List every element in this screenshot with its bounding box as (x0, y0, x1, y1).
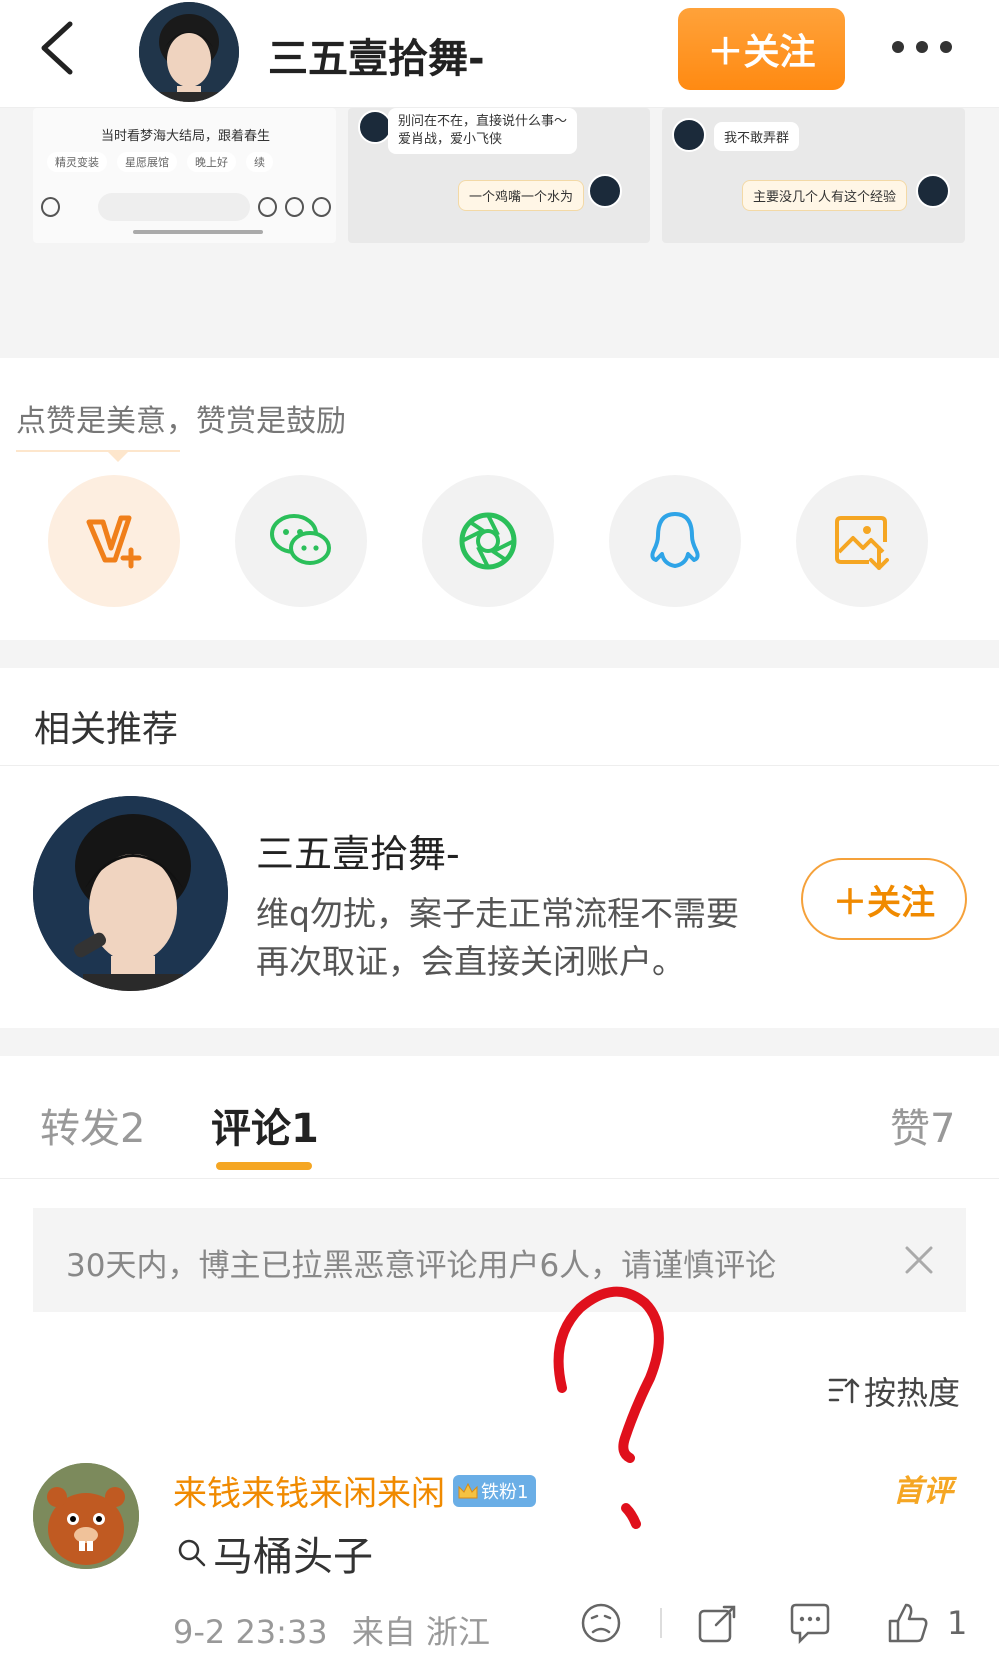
follow-button[interactable]: ＋关注 (678, 8, 845, 90)
chat-input (98, 193, 250, 221)
emoji-icon (257, 197, 277, 217)
avatar[interactable] (33, 796, 228, 991)
comments-section: 转发2 评论1 赞7 30天内，博主已拉黑恶意评论用户6人，请谨慎评论 按热度 … (0, 1056, 999, 1679)
sort-icon (828, 1378, 860, 1404)
divider (660, 1608, 662, 1638)
tag: 精灵变装 (47, 152, 107, 172)
crown-icon (458, 1482, 478, 1498)
chat-input-row (41, 190, 331, 224)
voice-icon (41, 197, 61, 217)
section-title: 相关推荐 (34, 709, 179, 750)
divider (16, 450, 180, 452)
divider (0, 765, 999, 766)
save-image-icon[interactable] (796, 475, 928, 607)
user-name[interactable]: 三五壹拾舞- (256, 823, 460, 878)
reward-title: 点赞是美意，赞赏是鼓励 (16, 404, 346, 439)
post-image-1[interactable]: 当时看梦海大结局，跟着春生 精灵变装 星愿展馆 晚上好 续 (33, 108, 336, 243)
wechat-icon[interactable] (235, 475, 367, 607)
chat-bubble: 别问在不在，直接说什么事～ 爱肖战，爱小飞侠 (388, 108, 578, 154)
chat-line: 当时看梦海大结局，跟着春生 (101, 129, 271, 144)
comment-user[interactable]: 来钱来钱来闲来闲 铁粉1 (173, 1466, 537, 1515)
comment-time: 9-2 23:33 (173, 1613, 328, 1651)
fan-badge: 铁粉1 (453, 1474, 537, 1507)
tab-repost[interactable]: 转发2 (40, 1096, 145, 1154)
chat-bubble: 一个鸡嘴一个水为 (458, 180, 585, 211)
tag: 续 (246, 152, 273, 172)
tab-like[interactable]: 赞7 (890, 1096, 955, 1154)
post-images: 当时看梦海大结局，跟着春生 精灵变装 星愿展馆 晚上好 续 别问在不在，直接说什… (0, 108, 999, 423)
divider (0, 1178, 999, 1179)
dislike-icon[interactable] (579, 1601, 623, 1645)
post-image-3[interactable]: 我不敢弄群 主要没几个人有这个经验 (662, 108, 965, 243)
tab-indicator (216, 1162, 312, 1170)
thumbs-up-icon[interactable] (886, 1601, 930, 1645)
comment-location: 来自 浙江 (351, 1613, 491, 1651)
v-plus-icon[interactable] (48, 475, 180, 607)
moments-icon[interactable] (422, 475, 554, 607)
search-icon (178, 1539, 206, 1567)
fan-badge-label: 铁粉1 (481, 1481, 529, 1503)
notice-text: 30天内，博主已拉黑恶意评论用户6人，请谨慎评论 (66, 1248, 777, 1284)
chat-bubble: 我不敢弄群 (714, 122, 800, 151)
post-image-2[interactable]: 别问在不在，直接说什么事～ 爱肖战，爱小飞侠 一个鸡嘴一个水为 (348, 108, 650, 243)
comment-body: 马桶头子 (213, 1534, 373, 1580)
user-description: 维q勿扰，案子走正常流程不需要再次取证，会直接关闭账户。 (256, 894, 739, 981)
comment-like-count: 1 (947, 1604, 968, 1642)
reward-section: 点赞是美意，赞赏是鼓励 (0, 358, 999, 640)
sort-button[interactable]: 按热度 (826, 1368, 960, 1414)
tag: 星愿展馆 (117, 152, 177, 172)
qq-icon[interactable] (609, 475, 741, 607)
avatar[interactable] (33, 1463, 139, 1569)
plus-icon (311, 197, 331, 217)
sort-label: 按热度 (864, 1374, 961, 1412)
reply-icon[interactable] (788, 1601, 832, 1645)
related-section: 相关推荐 三五壹拾舞- 维q勿扰，案子走正常流程不需要再次取证，会直接关闭账户。… (0, 668, 999, 1028)
avatar (672, 118, 706, 152)
repost-icon[interactable] (696, 1601, 740, 1645)
star-icon (284, 197, 304, 217)
avatar[interactable] (139, 2, 239, 102)
avatar (358, 110, 392, 144)
comment-text[interactable]: 马桶头子 (177, 1524, 373, 1582)
home-indicator (133, 230, 263, 234)
more-icon[interactable] (892, 36, 962, 58)
tag: 晚上好 (187, 152, 236, 172)
avatar (588, 174, 622, 208)
comment-meta: 9-2 23:33 来自 浙江 (173, 1607, 490, 1653)
notice-banner: 30天内，博主已拉黑恶意评论用户6人，请谨慎评论 (33, 1208, 966, 1312)
follow-button[interactable]: ＋关注 (801, 858, 967, 940)
tab-comment[interactable]: 评论1 (211, 1096, 319, 1154)
page-title: 三五壹拾舞- (268, 36, 485, 82)
first-comment-tag: 首评 (893, 1474, 953, 1509)
caret (106, 450, 130, 462)
comment-user-name: 来钱来钱来闲来闲 (173, 1474, 445, 1514)
close-icon[interactable] (901, 1242, 937, 1278)
avatar (916, 174, 950, 208)
chat-bubble: 主要没几个人有这个经验 (742, 180, 908, 211)
back-icon[interactable] (38, 20, 78, 76)
tag-row: 精灵变装 星愿展馆 晚上好 续 (47, 152, 273, 172)
top-bar: 三五壹拾舞- ＋关注 (0, 0, 999, 108)
